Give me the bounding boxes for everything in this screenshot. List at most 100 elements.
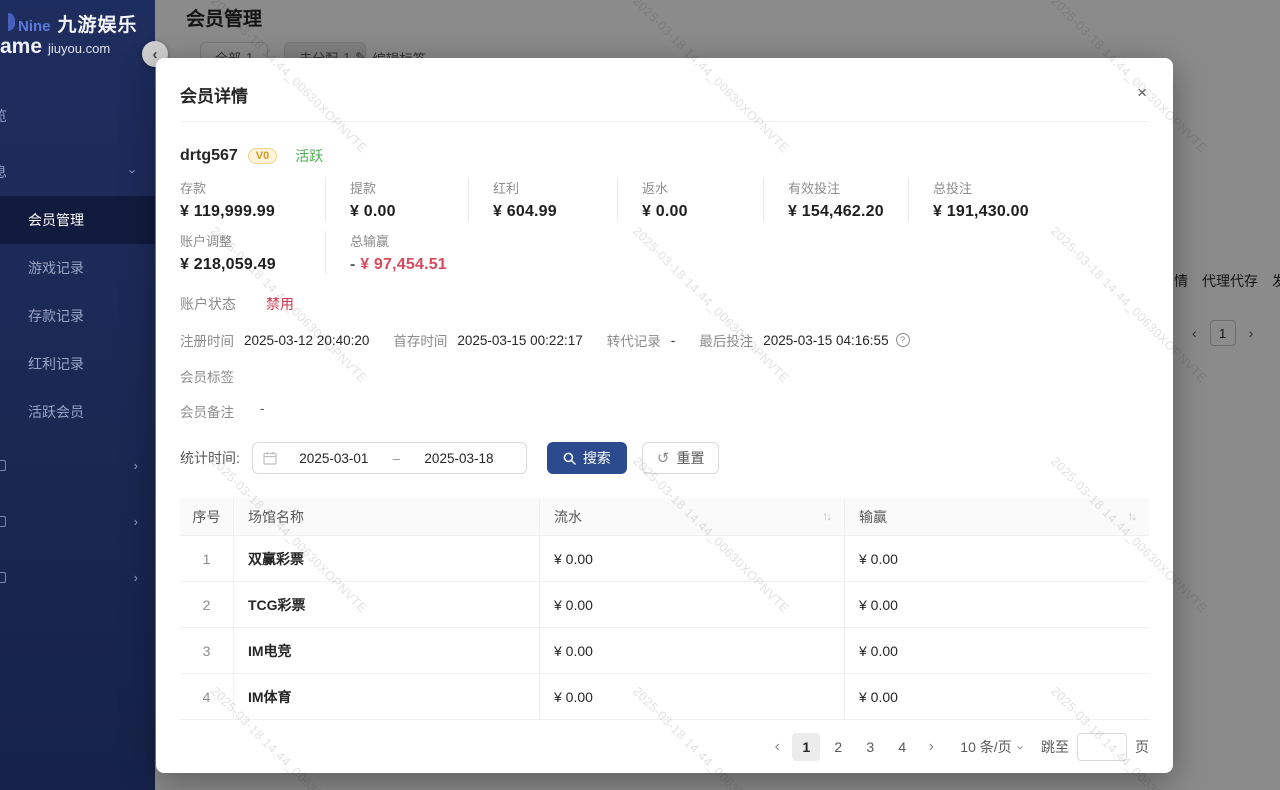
stat-rebate: 返水 ¥ 0.00 [617, 178, 763, 221]
info-registration-time: 注册时间 2025-03-12 20:40:20 [180, 330, 369, 350]
sidebar-group-3[interactable]: › [0, 549, 155, 605]
col-header-venue: 场馆名称 [233, 498, 539, 535]
chevron-right-icon: › [134, 514, 138, 529]
app-logo: Nine 九游娱乐 ame jiuyou.com [0, 10, 138, 59]
prev-page-icon[interactable]: ‹ [764, 733, 790, 761]
member-note-value: - [260, 401, 265, 421]
turnover-value: ¥ 0.00 [554, 597, 593, 613]
winloss-value: ¥ 0.00 [859, 551, 898, 567]
modal-header: 会员详情 × [180, 58, 1149, 122]
search-button[interactable]: 搜索 [547, 442, 627, 474]
stat-account-adjustment: 账户调整 ¥ 218,059.49 [180, 231, 325, 274]
calendar-icon [263, 451, 277, 465]
member-status-badge: 活跃 [295, 146, 323, 166]
venue-name: IM电竞 [248, 641, 292, 661]
jump-to-input[interactable] [1077, 733, 1127, 761]
sidebar-item-game-records[interactable]: 游戏记录 [0, 244, 155, 292]
sidebar-menu: 会员管理 游戏记录 存款记录 红利记录 活跃会员 [0, 196, 155, 436]
sidebar-group-2[interactable]: › [0, 493, 155, 549]
statistics-time-label: 统计时间: [180, 448, 240, 468]
page-button-2[interactable]: 2 [824, 733, 852, 761]
date-separator: – [391, 451, 402, 466]
chevron-right-icon: › [134, 570, 138, 585]
turnover-value: ¥ 0.00 [554, 689, 593, 705]
member-tags-label: 会员标签 [180, 370, 234, 385]
info-agent-transfer: 转代记录 - [607, 330, 676, 350]
reset-icon: ↺ [657, 451, 670, 466]
sidebar-item-active-members[interactable]: 活跃会员 [0, 388, 155, 436]
page-button-1[interactable]: 1 [792, 733, 820, 761]
winloss-value: ¥ 0.00 [859, 643, 898, 659]
winloss-value: ¥ 0.00 [859, 689, 898, 705]
stat-deposit: 存款 ¥ 119,999.99 [180, 178, 325, 221]
logo-text-domain: jiuyou.com [48, 41, 110, 56]
stats-row-2: 账户调整 ¥ 218,059.49 总输赢 - ¥ 97,454.51 [180, 231, 1149, 274]
page-button-4[interactable]: 4 [888, 733, 916, 761]
winloss-minus: - [350, 256, 360, 273]
member-level-badge: V0 [248, 148, 277, 164]
turnover-value: ¥ 0.00 [554, 551, 593, 567]
search-icon [563, 452, 576, 465]
logo-text-nine: Nine [18, 18, 51, 35]
venue-name: IM体育 [248, 687, 292, 707]
logo-mark-icon [8, 13, 15, 31]
stat-total-bets: 总投注 ¥ 191,430.00 [908, 178, 1149, 221]
member-tags-row: 会员标签 [180, 366, 1149, 386]
modal-title: 会员详情 [180, 87, 248, 106]
page-size-select[interactable]: 10 条/页 › [960, 737, 1023, 757]
sidebar-item-deposit-records[interactable]: 存款记录 [0, 292, 155, 340]
table-row: 2 TCG彩票 ¥ 0.00 ¥ 0.00 [180, 582, 1149, 628]
table-pagination: ‹ 1 2 3 4 › 10 条/页 › 跳至 页 [180, 733, 1149, 761]
member-name: drtg567 [180, 147, 238, 165]
next-page-icon[interactable]: › [918, 733, 944, 761]
logo-text-ame: ame [0, 35, 42, 59]
sort-icon[interactable]: ↑↓ [1128, 511, 1136, 523]
sort-icon[interactable]: ↑↓ [823, 511, 831, 523]
page-button-3[interactable]: 3 [856, 733, 884, 761]
stats-row-1: 存款 ¥ 119,999.99 提款 ¥ 0.00 红利 ¥ 604.99 返水… [180, 178, 1149, 221]
col-header-turnover[interactable]: 流水 ↑↓ [539, 498, 844, 535]
account-status-value: 禁用 [266, 294, 294, 314]
venue-name: 双赢彩票 [248, 549, 304, 569]
reset-button[interactable]: ↺ 重置 [642, 442, 720, 474]
stat-bonus: 红利 ¥ 604.99 [468, 178, 617, 221]
account-status-row: 账户状态 禁用 [180, 294, 1149, 314]
venue-table-header: 序号 场馆名称 流水 ↑↓ 输赢 ↑↓ [180, 498, 1149, 536]
sidebar-item-overview-partial[interactable]: 览 [0, 106, 7, 126]
chevron-right-icon: › [134, 458, 138, 473]
table-row: 1 双赢彩票 ¥ 0.00 ¥ 0.00 [180, 536, 1149, 582]
col-header-winloss[interactable]: 输赢 ↑↓ [844, 498, 1149, 535]
page-size-value: 10 条/页 [960, 737, 1011, 757]
sidebar-item-bonus-records[interactable]: 红利记录 [0, 340, 155, 388]
stat-total-winloss: 总输赢 - ¥ 97,454.51 [325, 231, 468, 274]
group-icon [0, 572, 6, 583]
help-icon[interactable]: ? [896, 333, 910, 347]
sidebar-group-1[interactable]: › [0, 437, 155, 493]
venue-name: TCG彩票 [248, 595, 306, 615]
date-end-value[interactable]: 2025-03-18 [402, 451, 516, 466]
group-icon [0, 516, 6, 527]
logo-text-cn: 九游娱乐 [58, 10, 138, 37]
member-summary: drtg567 V0 活跃 [180, 146, 1149, 166]
page-jump: 跳至 页 [1041, 733, 1149, 761]
sidebar-item-member-management[interactable]: 会员管理 [0, 196, 155, 244]
stat-valid-bets: 有效投注 ¥ 154,462.20 [763, 178, 908, 221]
sidebar-group-member-info-partial[interactable]: 息 [0, 162, 7, 182]
table-row: 3 IM电竞 ¥ 0.00 ¥ 0.00 [180, 628, 1149, 674]
chevron-down-icon: › [126, 169, 141, 173]
statistics-filter-row: 统计时间: 2025-03-01 – 2025-03-18 [180, 442, 1149, 474]
table-row: 4 IM体育 ¥ 0.00 ¥ 0.00 [180, 674, 1149, 720]
member-detail-modal: 会员详情 × drtg567 V0 活跃 存款 ¥ 119,999.99 提款 … [156, 58, 1173, 773]
date-range-picker[interactable]: 2025-03-01 – 2025-03-18 [252, 442, 527, 474]
group-icon [0, 460, 6, 471]
venue-table: 序号 场馆名称 流水 ↑↓ 输赢 ↑↓ 1 双赢彩票 ¥ 0.00 ¥ 0.00… [180, 498, 1149, 720]
date-start-value[interactable]: 2025-03-01 [277, 451, 391, 466]
close-icon[interactable]: × [1137, 84, 1147, 101]
stat-withdrawal: 提款 ¥ 0.00 [325, 178, 468, 221]
info-first-deposit-time: 首存时间 2025-03-15 00:22:17 [393, 330, 582, 350]
reset-button-label: 重置 [676, 448, 704, 468]
member-info-row: 注册时间 2025-03-12 20:40:20 首存时间 2025-03-15… [180, 330, 1149, 350]
jump-to-label: 跳至 [1041, 737, 1069, 757]
chevron-down-icon: › [1013, 745, 1028, 749]
search-button-label: 搜索 [583, 448, 611, 468]
